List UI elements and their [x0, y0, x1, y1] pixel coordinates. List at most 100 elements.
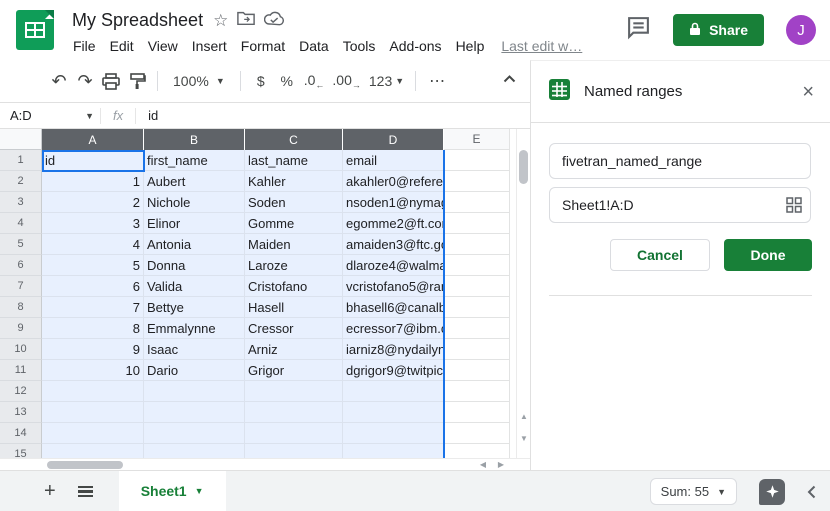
document-title[interactable]: My Spreadsheet [72, 10, 203, 31]
cell-A12[interactable] [42, 381, 144, 402]
cell-D5[interactable]: amaiden3@ftc.gov [343, 234, 444, 255]
last-edit-link[interactable]: Last edit w… [501, 38, 582, 54]
row-header-5[interactable]: 5 [0, 234, 42, 255]
more-formats-button[interactable]: 123▼ [365, 67, 408, 95]
cell-E4[interactable] [444, 213, 510, 234]
scroll-right-icon[interactable]: ▶ [498, 460, 504, 469]
menu-item-help[interactable]: Help [449, 36, 492, 56]
cell-C4[interactable]: Gomme [245, 213, 343, 234]
row-header-3[interactable]: 3 [0, 192, 42, 213]
select-data-range-icon[interactable] [786, 197, 802, 218]
cell-B5[interactable]: Antonia [144, 234, 245, 255]
share-button[interactable]: Share [673, 14, 764, 46]
cell-D4[interactable]: egomme2@ft.com [343, 213, 444, 234]
column-header-A[interactable]: A [42, 129, 144, 150]
cell-B8[interactable]: Bettye [144, 297, 245, 318]
column-header-E[interactable]: E [444, 129, 510, 150]
cell-A13[interactable] [42, 402, 144, 423]
row-header-10[interactable]: 10 [0, 339, 42, 360]
cell-D2[interactable]: akahler0@reference.com [343, 171, 444, 192]
close-icon[interactable]: × [802, 82, 814, 102]
scroll-up-icon[interactable]: ▲ [517, 412, 530, 421]
cell-B6[interactable]: Donna [144, 255, 245, 276]
cell-C14[interactable] [245, 423, 343, 444]
row-header-7[interactable]: 7 [0, 276, 42, 297]
cell-A6[interactable]: 5 [42, 255, 144, 276]
format-percent-button[interactable]: % [274, 67, 300, 95]
cell-E2[interactable] [444, 171, 510, 192]
cell-E9[interactable] [444, 318, 510, 339]
cell-C1[interactable]: last_name [245, 150, 343, 171]
row-header-11[interactable]: 11 [0, 360, 42, 381]
vertical-scrollbar-thumb[interactable] [519, 150, 528, 184]
done-button[interactable]: Done [724, 239, 812, 271]
paint-format-icon[interactable] [124, 67, 150, 95]
cell-C12[interactable] [245, 381, 343, 402]
cell-B10[interactable]: Isaac [144, 339, 245, 360]
sheet-tab[interactable]: Sheet1 ▼ [119, 471, 226, 511]
cell-B4[interactable]: Elinor [144, 213, 245, 234]
account-avatar[interactable]: J [786, 15, 816, 45]
menu-item-tools[interactable]: Tools [336, 36, 383, 56]
cell-B14[interactable] [144, 423, 245, 444]
cell-C13[interactable] [245, 402, 343, 423]
scroll-down-icon[interactable]: ▼ [517, 434, 530, 443]
cell-C6[interactable]: Laroze [245, 255, 343, 276]
cell-D12[interactable] [343, 381, 444, 402]
cell-E12[interactable] [444, 381, 510, 402]
star-icon[interactable]: ☆ [213, 12, 228, 29]
row-header-14[interactable]: 14 [0, 423, 42, 444]
row-header-1[interactable]: 1 [0, 150, 42, 171]
cell-C8[interactable]: Hasell [245, 297, 343, 318]
horizontal-scrollbar[interactable]: ◀ ▶ [0, 458, 530, 470]
cell-C7[interactable]: Cristofano [245, 276, 343, 297]
menu-item-format[interactable]: Format [234, 36, 292, 56]
undo-icon[interactable]: ↶ [46, 67, 72, 95]
sum-dropdown[interactable]: Sum: 55 ▼ [650, 478, 737, 505]
cell-B9[interactable]: Emmalynne [144, 318, 245, 339]
cell-B11[interactable]: Dario [144, 360, 245, 381]
cell-A4[interactable]: 3 [42, 213, 144, 234]
more-toolbar-button[interactable]: ⋯ [423, 71, 453, 91]
row-header-12[interactable]: 12 [0, 381, 42, 402]
cell-A3[interactable]: 2 [42, 192, 144, 213]
add-sheet-icon[interactable]: + [44, 481, 56, 501]
cell-E5[interactable] [444, 234, 510, 255]
print-icon[interactable] [98, 67, 124, 95]
range-ref-input[interactable] [549, 187, 811, 223]
cell-C3[interactable]: Soden [245, 192, 343, 213]
cell-E8[interactable] [444, 297, 510, 318]
cell-E14[interactable] [444, 423, 510, 444]
cell-D11[interactable]: dgrigor9@twitpic.com [343, 360, 444, 381]
explore-button[interactable] [759, 479, 785, 505]
formula-input[interactable]: id [136, 108, 530, 123]
cell-D1[interactable]: email [343, 150, 444, 171]
cell-A7[interactable]: 6 [42, 276, 144, 297]
cell-A5[interactable]: 4 [42, 234, 144, 255]
cell-B1[interactable]: first_name [144, 150, 245, 171]
cell-E3[interactable] [444, 192, 510, 213]
menu-item-edit[interactable]: Edit [103, 36, 141, 56]
cloud-status-icon[interactable] [264, 11, 284, 31]
cell-D3[interactable]: nsoden1@nymag.com [343, 192, 444, 213]
row-header-8[interactable]: 8 [0, 297, 42, 318]
cell-E6[interactable] [444, 255, 510, 276]
decrease-decimal-button[interactable]: .0← [300, 67, 329, 95]
cell-A2[interactable]: 1 [42, 171, 144, 192]
cell-B7[interactable]: Valida [144, 276, 245, 297]
cell-B13[interactable] [144, 402, 245, 423]
cancel-button[interactable]: Cancel [610, 239, 710, 271]
cell-B12[interactable] [144, 381, 245, 402]
cell-A8[interactable]: 7 [42, 297, 144, 318]
row-header-4[interactable]: 4 [0, 213, 42, 234]
scroll-left-icon[interactable]: ◀ [480, 460, 486, 469]
row-header-6[interactable]: 6 [0, 255, 42, 276]
menu-item-insert[interactable]: Insert [185, 36, 234, 56]
name-box[interactable]: A:D▼ [0, 108, 100, 123]
cell-B2[interactable]: Aubert [144, 171, 245, 192]
vertical-scrollbar[interactable]: ▲ ▼ [516, 129, 530, 458]
cell-A14[interactable] [42, 423, 144, 444]
zoom-select[interactable]: 100%▼ [165, 73, 233, 89]
cell-B3[interactable]: Nichole [144, 192, 245, 213]
all-sheets-icon[interactable] [78, 486, 93, 497]
